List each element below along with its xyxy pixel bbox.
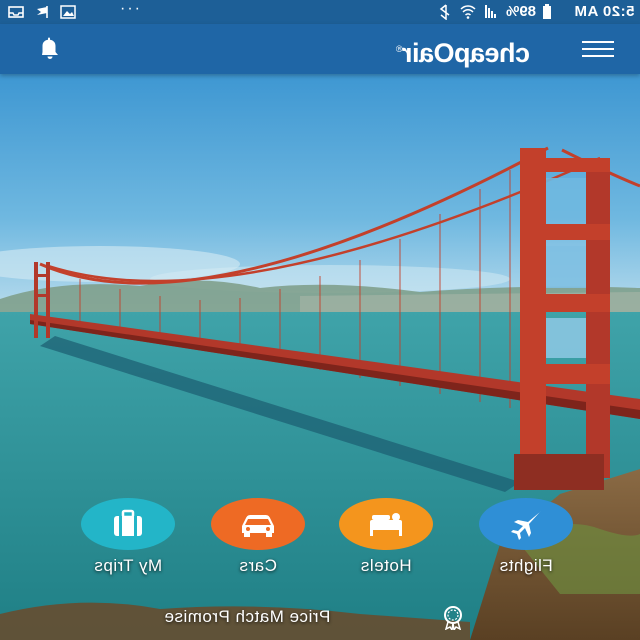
flights-circle bbox=[479, 498, 573, 550]
battery-icon bbox=[543, 4, 551, 19]
my-trips-button[interactable]: My Trips bbox=[58, 498, 198, 578]
status-notification-icons bbox=[8, 4, 76, 20]
app-bar: cheapOair® bbox=[0, 24, 640, 74]
cars-label: Cars bbox=[239, 556, 277, 575]
price-match-label: Price Match Promise bbox=[164, 607, 331, 626]
status-system-icons bbox=[436, 4, 500, 20]
menu-button[interactable] bbox=[582, 38, 614, 60]
logo-registered-mark: ® bbox=[396, 44, 403, 54]
airplane-icon bbox=[511, 510, 542, 540]
hotels-button[interactable]: Hotels bbox=[316, 498, 456, 578]
signal-icon bbox=[485, 5, 496, 18]
status-time: 5:20 AM bbox=[573, 3, 634, 20]
my-trips-label: My Trips bbox=[93, 556, 163, 575]
cars-circle bbox=[211, 498, 305, 550]
status-overflow-dots: ··· bbox=[120, 0, 142, 17]
suitcase-icon bbox=[114, 509, 142, 536]
logo-text: cheapOair bbox=[402, 38, 530, 68]
price-badge-icon bbox=[444, 606, 462, 630]
status-bar: ··· 89% 5:20 AM bbox=[0, 0, 640, 24]
my-trips-circle bbox=[81, 498, 175, 550]
flights-label: Flights bbox=[499, 556, 553, 575]
price-match-promise-link[interactable]: Price Match Promise bbox=[160, 604, 480, 630]
flag-icon bbox=[37, 6, 48, 18]
wifi-icon bbox=[460, 5, 476, 19]
inbox-icon bbox=[8, 6, 24, 18]
app-screen: ··· 89% 5:20 AM cheapOair® Flights Hotel… bbox=[0, 0, 640, 640]
flights-button[interactable]: Flights bbox=[456, 498, 596, 578]
hamburger-menu-icon bbox=[582, 41, 614, 57]
image-icon bbox=[60, 5, 76, 19]
app-logo: cheapOair® bbox=[340, 34, 530, 68]
hotels-circle bbox=[339, 498, 433, 550]
bluetooth-icon bbox=[439, 4, 450, 20]
bed-icon bbox=[370, 513, 402, 536]
bell-icon bbox=[42, 37, 58, 59]
notifications-button[interactable] bbox=[36, 36, 64, 62]
cars-button[interactable]: Cars bbox=[188, 498, 328, 578]
battery-level: 89% bbox=[505, 3, 536, 20]
hotels-label: Hotels bbox=[360, 556, 412, 575]
car-icon bbox=[242, 515, 274, 537]
